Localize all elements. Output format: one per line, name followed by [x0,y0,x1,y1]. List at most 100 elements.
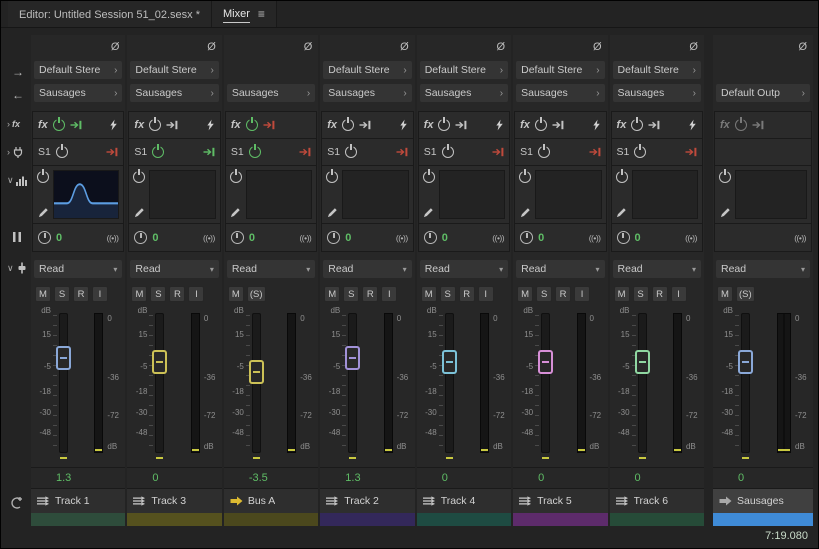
output-select[interactable]: Sausages › [516,84,605,102]
send-power-button[interactable] [55,146,68,158]
pan-knob[interactable] [616,231,630,244]
monitor-input-button[interactable]: I [574,286,591,302]
volume-fader[interactable] [152,313,168,459]
output-select[interactable]: Sausages › [323,84,412,102]
tab-editor[interactable]: Editor: Untitled Session 51_02.sesx * [8,1,212,27]
monitor-input-button[interactable]: I [381,286,398,302]
monitor-input-button[interactable]: I [92,286,108,302]
eq-power-button[interactable] [229,171,242,183]
track-name-row[interactable]: Track 5 [513,489,608,513]
track-name-row[interactable]: Sausages [713,489,813,513]
output-select[interactable]: Sausages › [419,84,509,102]
output-select[interactable]: Sausages › [612,84,701,102]
automation-mode-select[interactable]: Read ▾ [130,260,219,278]
track-name-row[interactable]: Bus A [223,489,319,513]
fx-power-button[interactable] [534,119,547,131]
fader-handle[interactable] [538,349,554,374]
pan-knob[interactable] [134,231,148,244]
track-name-row[interactable]: Track 4 [416,489,512,513]
output-select[interactable]: Default Outp › [716,84,810,102]
phase-toggle-icon[interactable]: Ø [593,41,602,53]
phase-toggle-icon[interactable]: Ø [207,41,216,53]
mute-button[interactable]: M [227,286,244,302]
eq-graph-display[interactable] [735,170,807,219]
track-name-row[interactable]: Track 2 [320,489,415,513]
eq-graph-display[interactable] [631,170,698,219]
volume-value[interactable]: 1.3 [56,472,71,484]
send-power-button[interactable] [152,146,165,158]
fx-lightning-icon[interactable] [688,119,697,131]
input-select[interactable]: Default Stere › [323,61,412,79]
monitor-input-button[interactable]: I [670,286,687,302]
volume-value[interactable]: 0 [538,472,544,484]
record-arm-button[interactable]: R [651,286,668,302]
fader-handle[interactable] [738,349,753,374]
eq-power-button[interactable] [719,171,731,183]
eq-power-button[interactable] [615,171,628,183]
input-select[interactable]: Default Stere › [419,61,509,79]
solo-button[interactable]: (S) [736,286,755,302]
phase-toggle-icon[interactable]: Ø [497,41,506,53]
eq-edit-pencil-icon[interactable] [720,207,731,218]
automation-mode-select[interactable]: Read ▾ [516,260,605,278]
fader-handle[interactable] [441,349,457,374]
eq-edit-pencil-icon[interactable] [134,207,145,218]
record-arm-button[interactable]: R [73,286,89,302]
record-arm-button[interactable]: R [555,286,572,302]
automation-mode-select[interactable]: Read ▾ [419,260,509,278]
input-select[interactable]: Default Stere › [612,61,701,79]
send-power-button[interactable] [441,146,454,158]
eq-graph-display[interactable] [438,170,506,219]
volume-fader[interactable] [634,313,650,459]
automation-mode-select[interactable]: Read ▾ [34,260,123,278]
solo-button[interactable]: S [439,286,456,302]
eq-graph-display[interactable] [53,170,120,219]
fader-handle[interactable] [345,346,361,371]
volume-value[interactable]: -3.5 [249,472,268,484]
volume-fader[interactable] [248,313,264,459]
phase-toggle-icon[interactable]: Ø [111,41,120,53]
send-power-button[interactable] [634,146,647,158]
automation-mode-select[interactable]: Read ▾ [226,260,316,278]
solo-button[interactable]: (S) [246,286,266,302]
track-name-row[interactable]: Track 3 [127,489,222,513]
pan-knob[interactable] [327,231,341,244]
fx-power-button[interactable] [342,119,355,131]
phase-toggle-icon[interactable]: Ø [689,41,698,53]
volume-value[interactable]: 0 [738,472,744,484]
fx-lightning-icon[interactable] [592,119,601,131]
phase-toggle-icon[interactable]: Ø [400,41,409,53]
eq-graph-display[interactable] [245,170,313,219]
fx-power-button[interactable] [631,119,644,131]
solo-button[interactable]: S [54,286,70,302]
volume-fader[interactable] [538,313,554,459]
fader-handle[interactable] [56,346,71,371]
send-prefader-icon[interactable] [299,147,311,157]
fx-prefader-icon[interactable] [166,120,178,130]
record-arm-button[interactable]: R [362,286,379,302]
phase-toggle-icon[interactable]: Ø [304,41,313,53]
volume-fader[interactable] [441,313,457,459]
fx-lightning-icon[interactable] [399,119,408,131]
fx-power-button[interactable] [734,119,747,131]
eq-edit-pencil-icon[interactable] [423,207,434,218]
mute-button[interactable]: M [35,286,51,302]
fx-prefader-icon[interactable] [455,120,467,130]
mute-button[interactable]: M [324,286,341,302]
meters-icon[interactable] [11,231,23,243]
fx-prefader-icon[interactable] [552,120,564,130]
volume-fader[interactable] [345,313,361,459]
pan-knob[interactable] [423,231,437,244]
send-prefader-icon[interactable] [396,147,408,157]
volume-value[interactable]: 0 [442,472,448,484]
fx-power-button[interactable] [149,119,162,131]
panel-menu-icon[interactable]: ≡ [258,7,265,21]
mute-button[interactable]: M [613,286,630,302]
eq-edit-pencil-icon[interactable] [327,207,338,218]
fader-handle[interactable] [248,359,264,384]
fx-power-button[interactable] [245,119,258,131]
record-arm-button[interactable]: R [458,286,475,302]
send-power-button[interactable] [345,146,358,158]
mute-button[interactable]: M [717,286,733,302]
fx-prefader-icon[interactable] [70,120,82,130]
